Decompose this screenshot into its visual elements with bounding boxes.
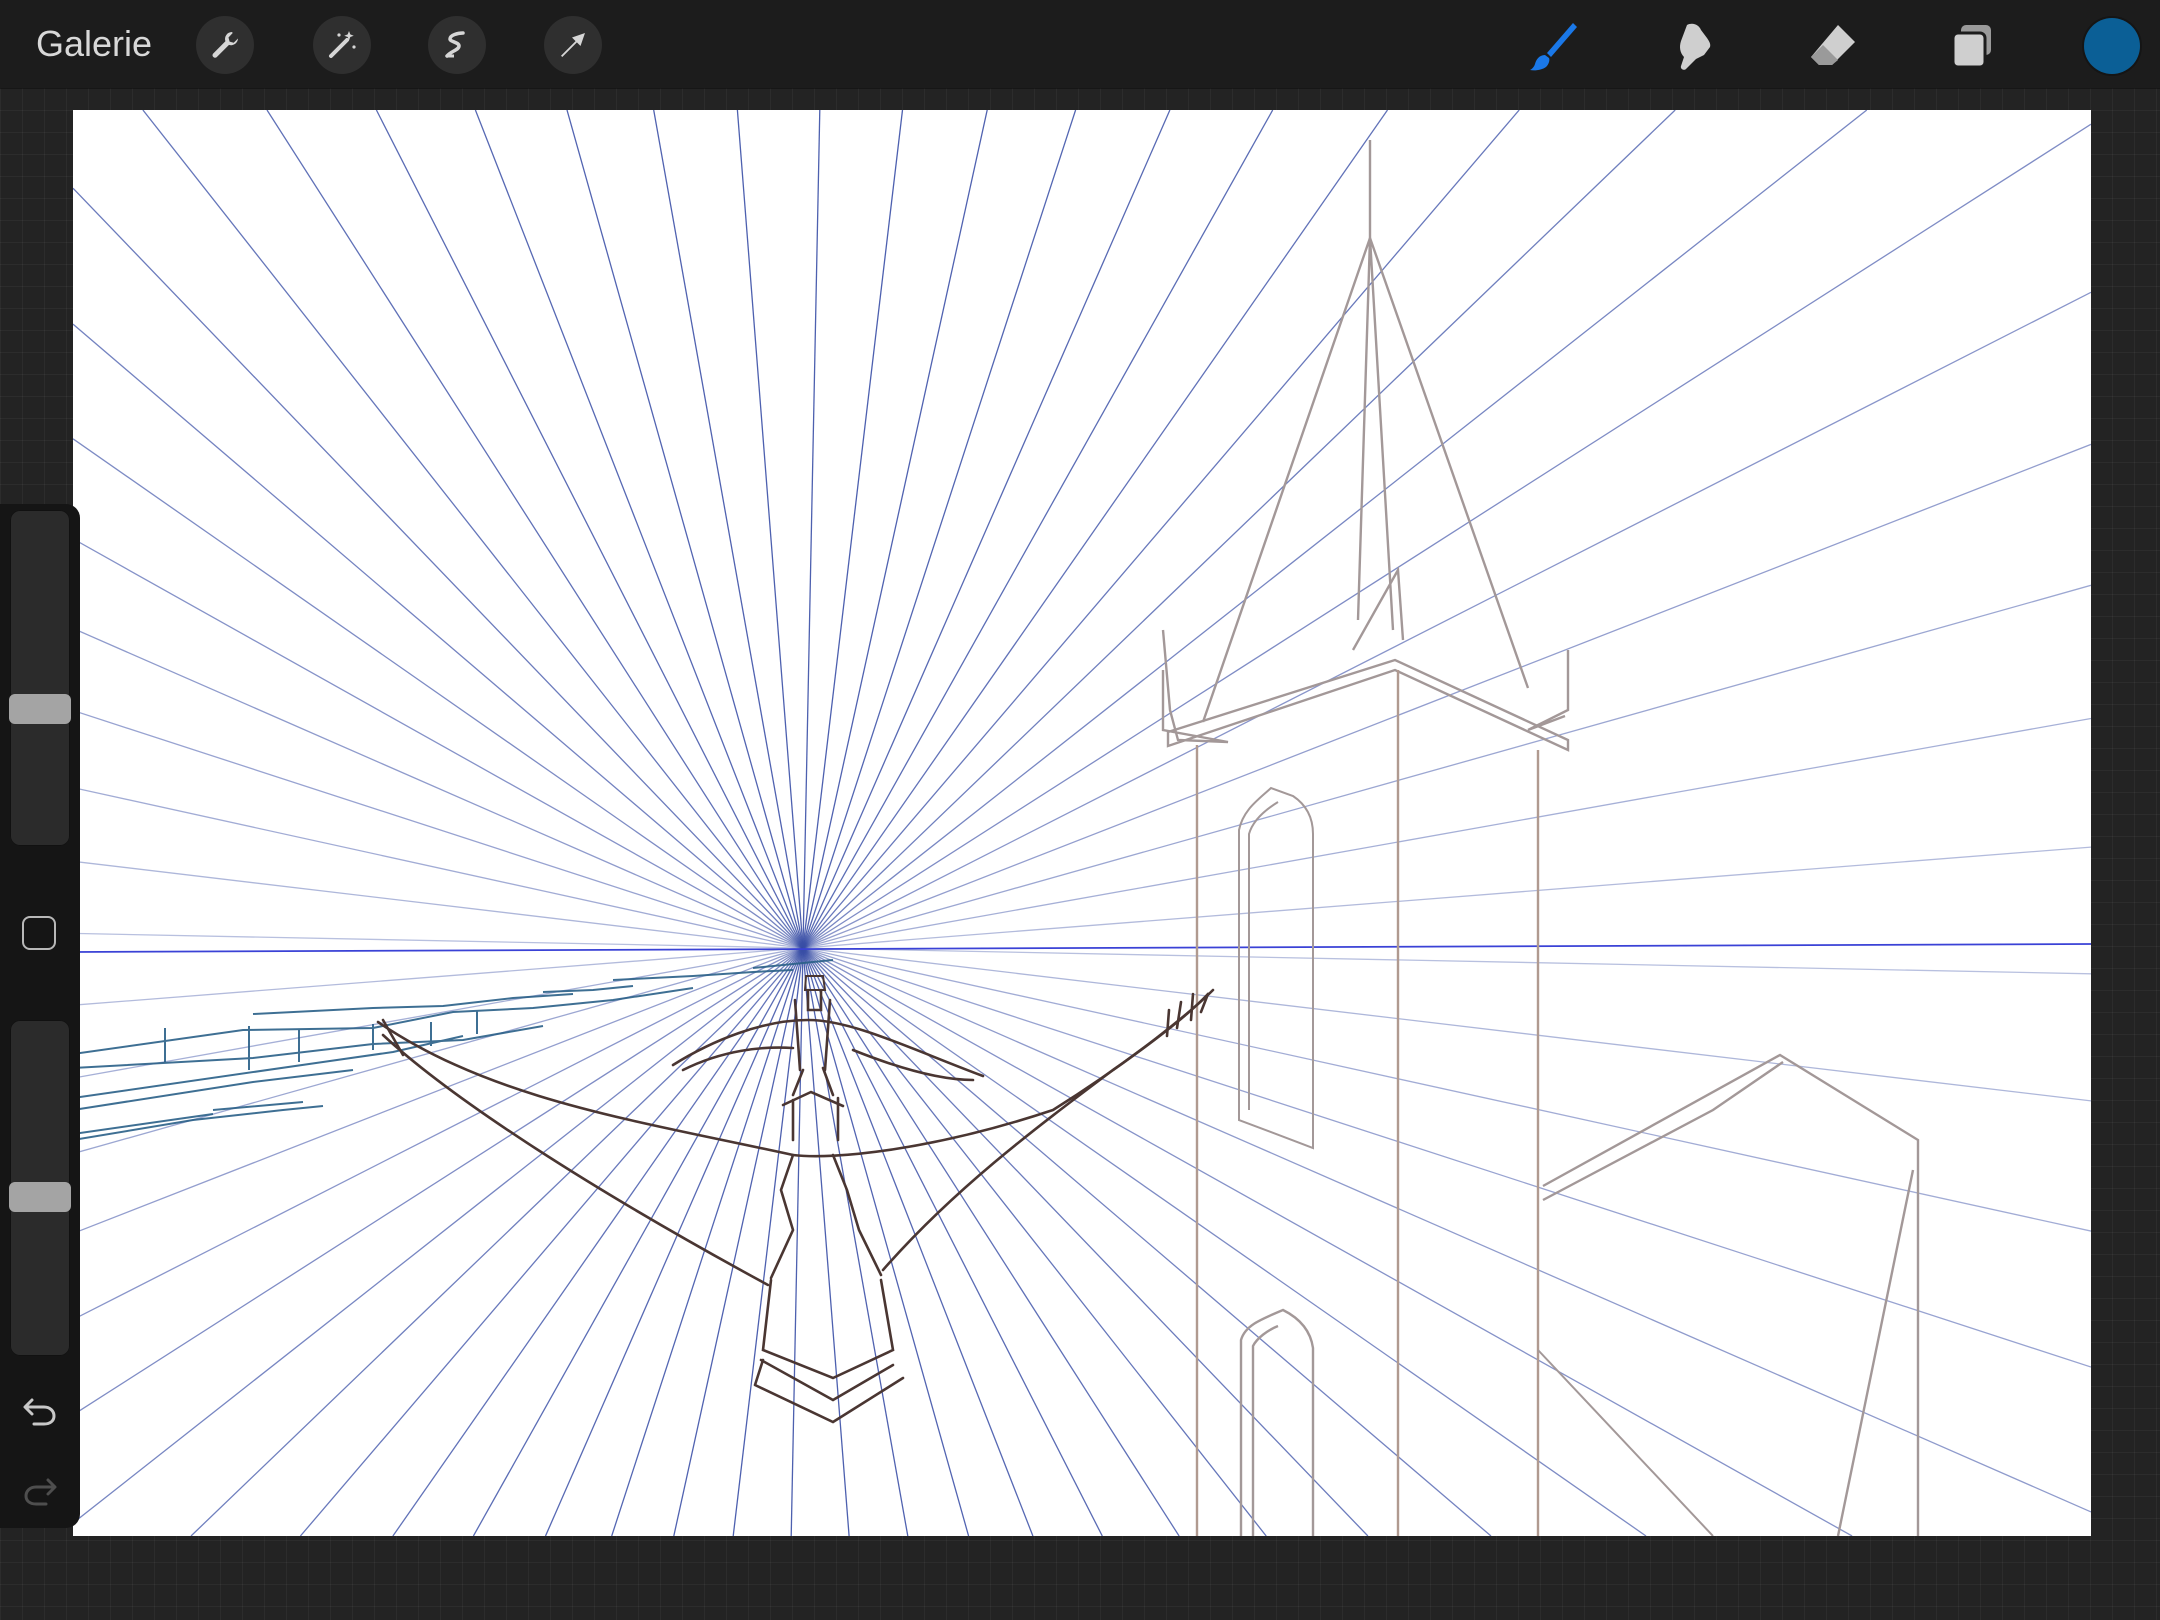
perspective-ray bbox=[802, 123, 2091, 949]
selection-button[interactable] bbox=[428, 16, 486, 74]
perspective-ray bbox=[802, 443, 2091, 949]
perspective-ray bbox=[802, 110, 988, 949]
perspective-ray bbox=[802, 846, 2091, 949]
brush-size-thumb[interactable] bbox=[9, 693, 71, 724]
brush-size-slider[interactable] bbox=[9, 510, 71, 846]
perspective-ray bbox=[736, 110, 804, 949]
layers-button[interactable] bbox=[1942, 16, 2002, 76]
perspective-ray bbox=[802, 584, 2091, 949]
perspective-ray bbox=[474, 110, 804, 949]
perspective-ray bbox=[73, 627, 804, 949]
modify-button[interactable] bbox=[22, 916, 56, 950]
perspective-ray bbox=[73, 947, 804, 1524]
perspective-ray bbox=[392, 947, 804, 1536]
eraser-icon bbox=[1811, 25, 1855, 65]
perspective-ray bbox=[802, 947, 1647, 1536]
perspective-ray bbox=[73, 538, 804, 949]
perspective-ray bbox=[190, 947, 804, 1536]
perspective-ray bbox=[73, 438, 804, 949]
perspective-ray bbox=[802, 110, 1274, 949]
perspective-ray bbox=[73, 709, 804, 949]
adjustments-button[interactable] bbox=[313, 16, 371, 74]
transform-arrow-icon bbox=[561, 33, 585, 57]
perspective-ray bbox=[611, 947, 804, 1536]
perspective-ray bbox=[802, 110, 1171, 949]
perspective-ray bbox=[73, 786, 804, 949]
bird-sketch bbox=[376, 975, 1215, 1424]
horizon-line bbox=[73, 943, 2091, 953]
perspective-guide-rays bbox=[73, 110, 2091, 1536]
perspective-ray bbox=[802, 947, 1180, 1536]
perspective-ray bbox=[802, 947, 1369, 1536]
perspective-ray bbox=[802, 947, 2091, 1102]
perspective-ray bbox=[802, 947, 2091, 975]
eraser-tool-button[interactable] bbox=[1802, 16, 1862, 76]
smudge-icon bbox=[1680, 23, 1711, 70]
magic-wand-icon bbox=[329, 31, 356, 58]
perspective-ray bbox=[802, 110, 1077, 949]
drawing-canvas[interactable] bbox=[73, 110, 2091, 1536]
perspective-ray bbox=[73, 323, 804, 949]
perspective-ray bbox=[802, 947, 1103, 1536]
perspective-ray bbox=[802, 947, 2091, 1232]
perspective-ray bbox=[802, 947, 2091, 1513]
layers-icon bbox=[1951, 25, 1991, 69]
perspective-ray bbox=[73, 947, 804, 1235]
perspective-ray bbox=[142, 110, 804, 949]
perspective-ray bbox=[802, 947, 909, 1536]
church-tower-sketch bbox=[1161, 140, 1920, 1536]
perspective-ray bbox=[73, 947, 804, 1079]
perspective-ray bbox=[266, 110, 804, 949]
perspective-ray bbox=[802, 717, 2091, 949]
perspective-ray bbox=[802, 947, 2091, 1368]
perspective-ray bbox=[673, 947, 804, 1536]
perspective-ray bbox=[802, 947, 1492, 1536]
redo-icon[interactable] bbox=[20, 1470, 60, 1510]
color-picker-button[interactable] bbox=[2084, 18, 2140, 74]
top-toolbar: Galerie bbox=[0, 0, 2160, 88]
actions-button[interactable] bbox=[196, 16, 254, 74]
perspective-ray bbox=[802, 110, 1676, 949]
perspective-ray bbox=[802, 110, 1520, 949]
rooftops-sketch bbox=[73, 959, 834, 1141]
perspective-ray bbox=[802, 291, 2091, 949]
opacity-slider[interactable] bbox=[9, 1020, 71, 1356]
perspective-ray bbox=[566, 110, 804, 949]
perspective-ray bbox=[544, 947, 804, 1536]
perspective-ray bbox=[802, 947, 1034, 1536]
perspective-ray bbox=[73, 187, 804, 949]
perspective-ray bbox=[472, 947, 804, 1536]
brush-tool-button[interactable] bbox=[1524, 16, 1584, 76]
sketch-artwork bbox=[73, 110, 2091, 1536]
opacity-thumb[interactable] bbox=[9, 1182, 71, 1213]
selection-icon bbox=[445, 31, 465, 58]
wrench-icon bbox=[212, 32, 238, 58]
perspective-ray bbox=[375, 110, 804, 949]
smudge-tool-button[interactable] bbox=[1662, 16, 1722, 76]
gallery-button[interactable]: Galerie bbox=[36, 20, 152, 68]
undo-icon[interactable] bbox=[20, 1390, 60, 1430]
perspective-ray bbox=[802, 110, 1868, 949]
brush-icon bbox=[1530, 23, 1577, 71]
perspective-ray bbox=[802, 110, 1389, 949]
perspective-ray bbox=[802, 947, 850, 1536]
perspective-ray bbox=[653, 110, 804, 949]
perspective-ray bbox=[73, 947, 804, 1416]
left-sidebar bbox=[0, 504, 80, 1528]
perspective-ray bbox=[802, 947, 1853, 1536]
transform-button[interactable] bbox=[544, 16, 602, 74]
